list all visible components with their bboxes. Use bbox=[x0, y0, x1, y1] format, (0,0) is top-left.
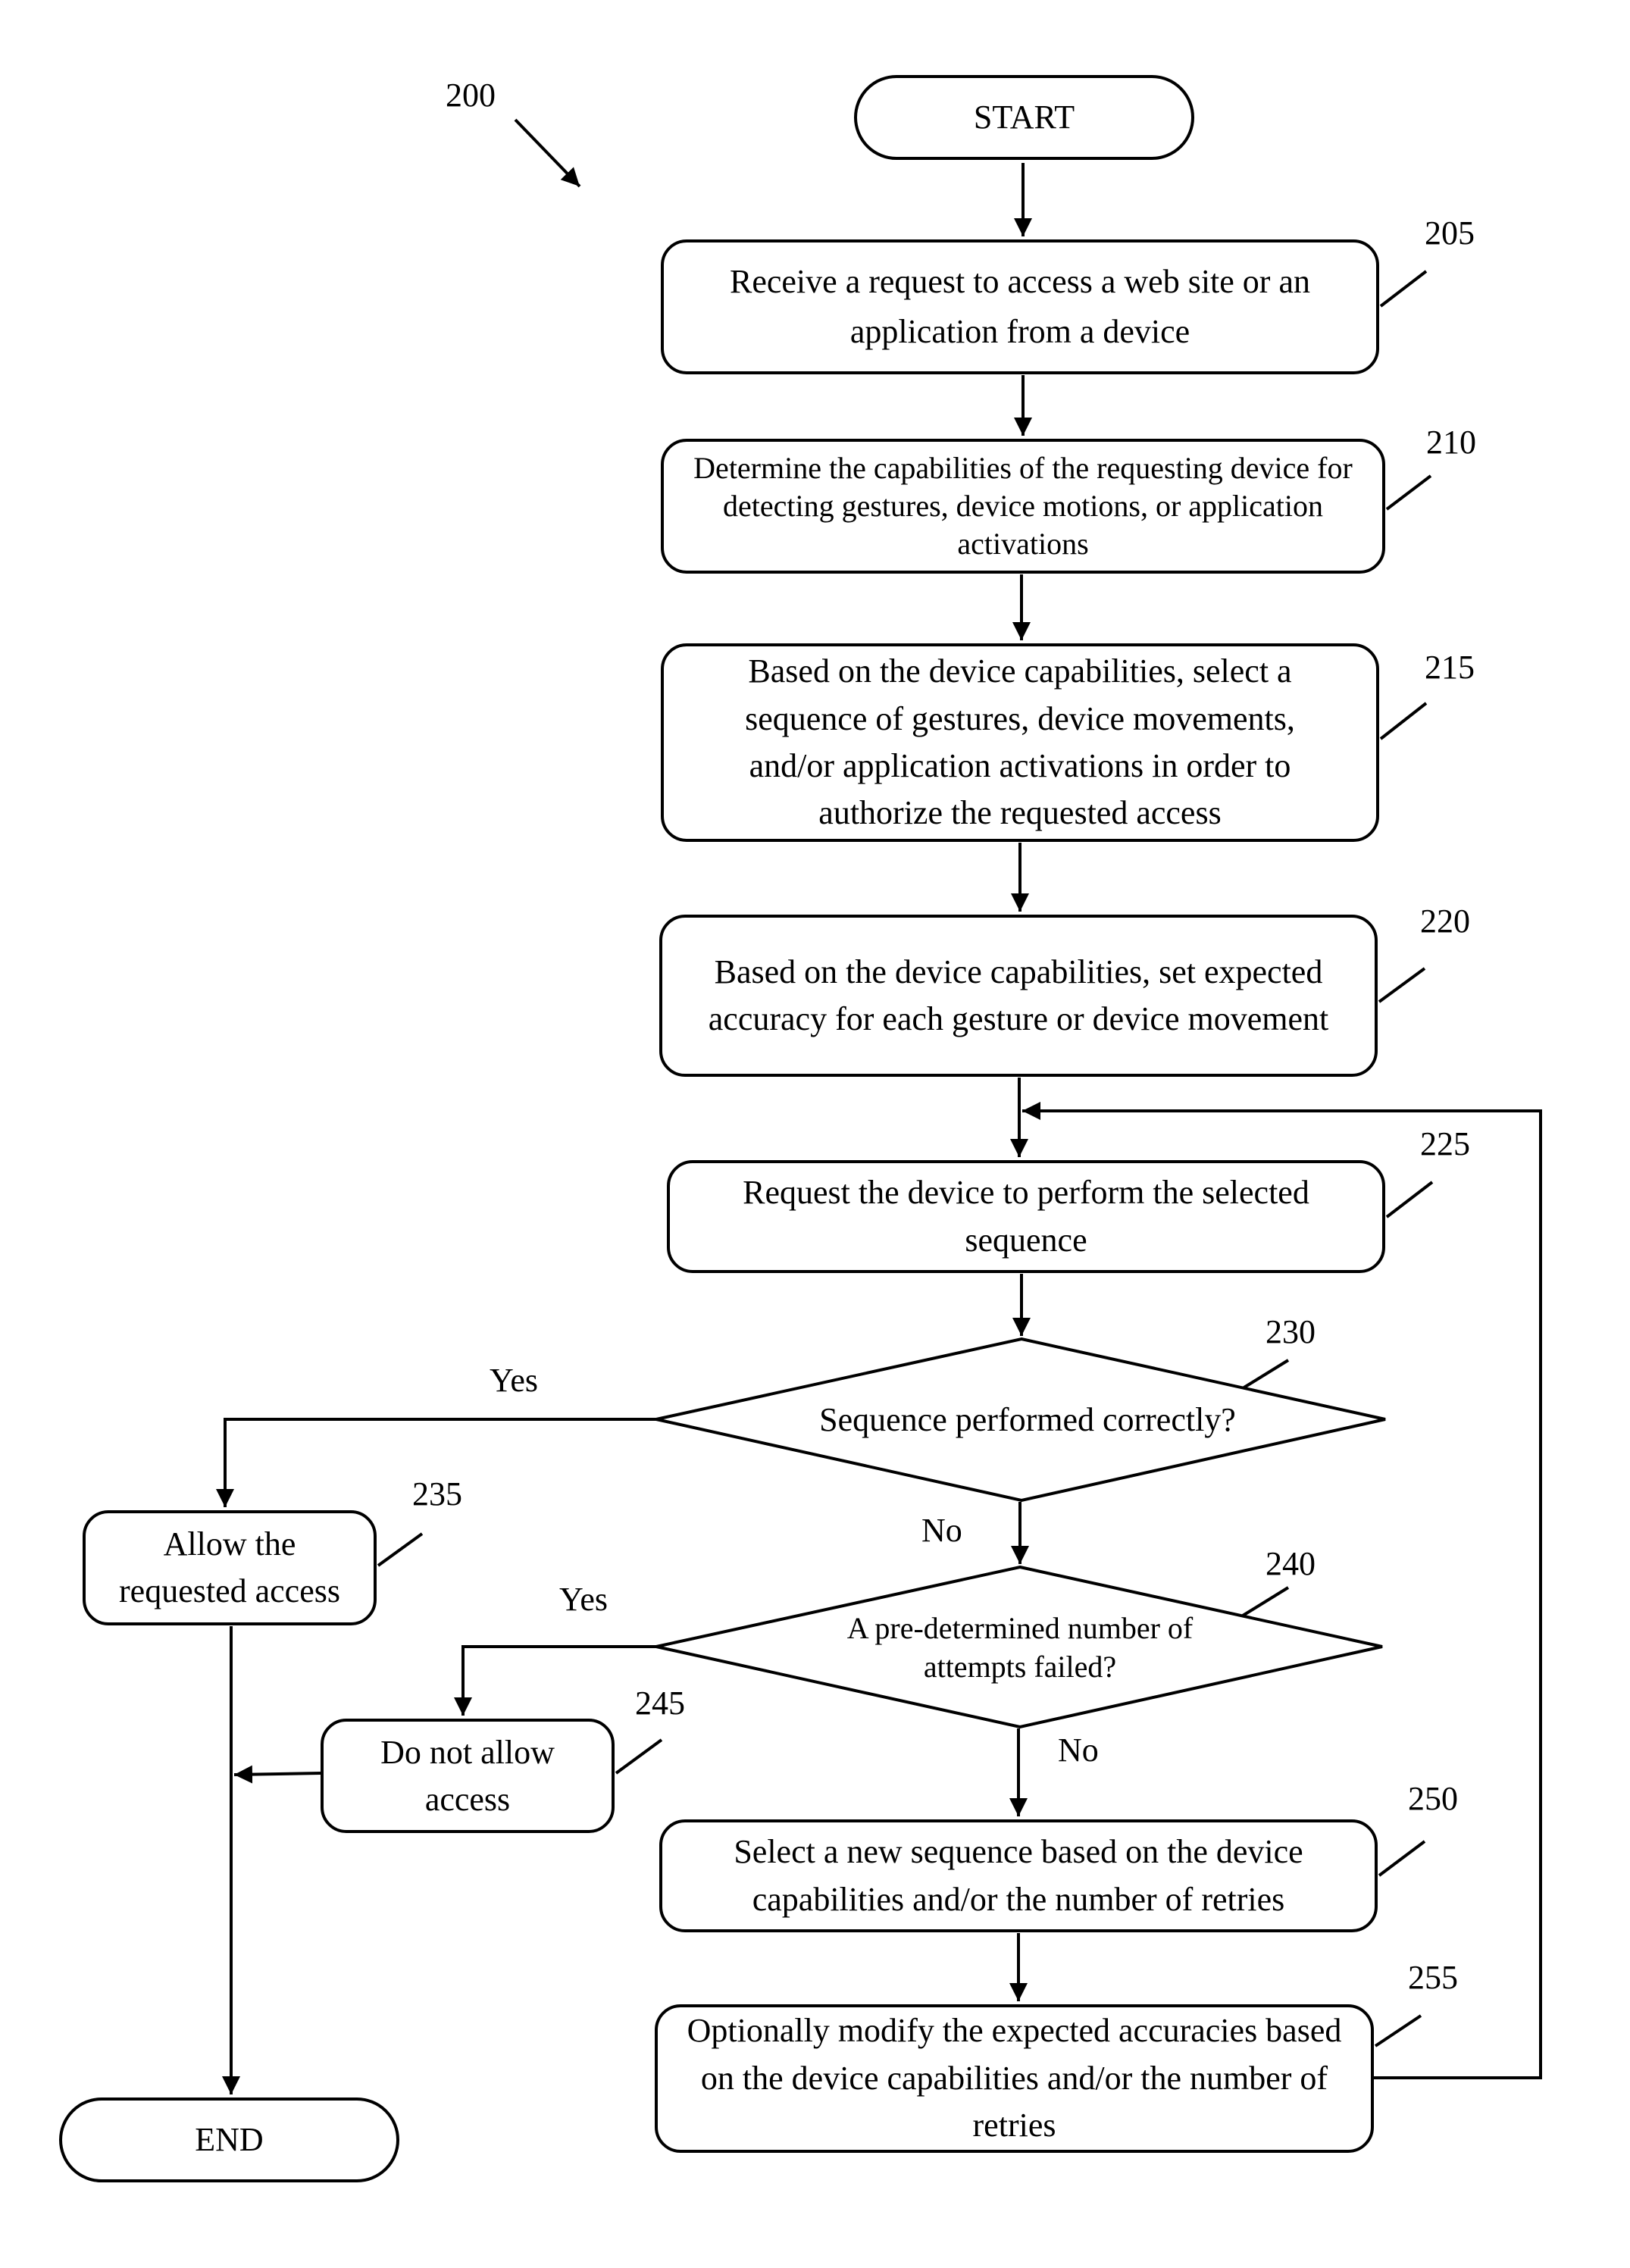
arrow-245-line bbox=[233, 1765, 321, 1784]
figure-ref-arrow bbox=[514, 118, 581, 188]
step-205: Receive a request to access a web site o… bbox=[661, 239, 1379, 374]
step-255-text: Optionally modify the expected accuracie… bbox=[687, 2012, 1342, 2144]
end-label: END bbox=[195, 2121, 264, 2158]
figure-ref: 200 bbox=[446, 77, 496, 114]
end-terminal: END bbox=[59, 2098, 399, 2182]
leader-210 bbox=[1385, 474, 1432, 511]
step-205-text: Receive a request to access a web site o… bbox=[730, 263, 1310, 350]
leader-255 bbox=[1374, 2014, 1422, 2047]
ref-205: 205 bbox=[1425, 214, 1475, 252]
ref-230: 230 bbox=[1266, 1313, 1316, 1350]
step-220: Based on the device capabilities, set ex… bbox=[659, 915, 1378, 1077]
step-225-text: Request the device to perform the select… bbox=[743, 1174, 1309, 1259]
ref-240: 240 bbox=[1266, 1545, 1316, 1582]
step-255: Optionally modify the expected accuracie… bbox=[655, 2004, 1374, 2153]
step-210: Determine the capabilities of the reques… bbox=[661, 439, 1385, 574]
step-235-text: Allow the requested access bbox=[119, 1525, 340, 1609]
step-245: Do not allow access bbox=[321, 1719, 615, 1833]
step-220-text: Based on the device capabilities, set ex… bbox=[708, 953, 1329, 1037]
ref-235: 235 bbox=[412, 1475, 462, 1513]
decision-240-no-label: No bbox=[1058, 1732, 1099, 1769]
step-245-text: Do not allow access bbox=[380, 1733, 555, 1818]
decision-230-no-label: No bbox=[921, 1512, 962, 1549]
decision-240-yes-label: Yes bbox=[559, 1581, 609, 1618]
decision-240-text: A pre-determined number of attempts fail… bbox=[846, 1610, 1194, 1684]
leader-215 bbox=[1379, 702, 1428, 740]
decision-230-yes-label: Yes bbox=[490, 1362, 539, 1399]
step-225: Request the device to perform the select… bbox=[667, 1160, 1385, 1273]
ref-220: 220 bbox=[1420, 903, 1470, 940]
leader-235 bbox=[377, 1532, 424, 1567]
step-250-text: Select a new sequence based on the devic… bbox=[734, 1833, 1303, 1918]
decision-230-text: Sequence performed correctly? bbox=[819, 1400, 1236, 1438]
ref-225: 225 bbox=[1420, 1125, 1470, 1162]
ref-245: 245 bbox=[635, 1685, 685, 1722]
arrow-240-yes-245 bbox=[454, 1645, 656, 1716]
start-terminal: START bbox=[854, 75, 1194, 160]
leader-220 bbox=[1378, 967, 1426, 1003]
leader-225 bbox=[1385, 1181, 1434, 1218]
leader-205 bbox=[1379, 270, 1428, 308]
step-215: Based on the device capabilities, select… bbox=[661, 643, 1379, 842]
ref-255: 255 bbox=[1408, 1959, 1458, 1996]
step-250: Select a new sequence based on the devic… bbox=[659, 1819, 1378, 1932]
step-215-text: Based on the device capabilities, select… bbox=[745, 652, 1295, 832]
leader-240 bbox=[1241, 1586, 1290, 1617]
step-235: Allow the requested access bbox=[83, 1510, 377, 1625]
step-210-text: Determine the capabilities of the reques… bbox=[693, 451, 1353, 561]
leader-245 bbox=[615, 1738, 663, 1775]
ref-250: 250 bbox=[1408, 1780, 1458, 1817]
ref-210: 210 bbox=[1426, 424, 1476, 461]
ref-215: 215 bbox=[1425, 649, 1475, 686]
leader-250 bbox=[1378, 1840, 1426, 1877]
leader-230 bbox=[1241, 1359, 1290, 1390]
start-label: START bbox=[973, 99, 1075, 136]
